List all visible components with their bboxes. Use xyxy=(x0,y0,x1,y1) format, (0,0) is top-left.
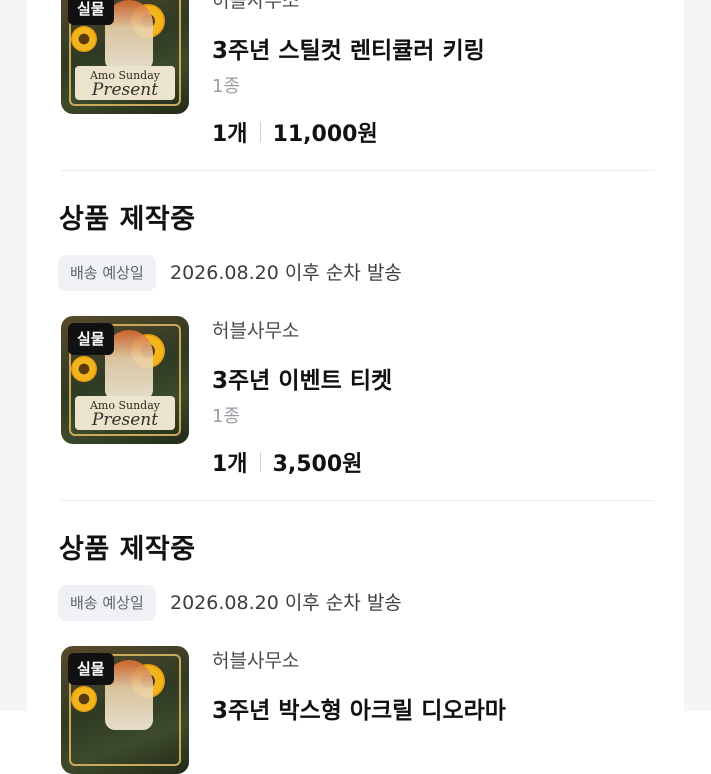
separator xyxy=(259,452,261,472)
product-name[interactable]: 3주년 박스형 아크릴 디오라마 xyxy=(212,691,506,725)
section-title: 상품 제작중 xyxy=(59,204,196,235)
seller-name[interactable]: 허블사무소 xyxy=(212,646,299,673)
ship-date-text: 2026.08.20 이후 순차 발송 xyxy=(170,592,402,614)
page-gutter-right xyxy=(684,0,711,711)
price: 11,000원 xyxy=(272,122,378,147)
separator xyxy=(259,122,261,142)
ship-date-label: 배송 예상일 xyxy=(58,255,156,291)
order-list: Amo Sunday Present 실물 허블사무소 3주년 스틸컷 렌티큘러… xyxy=(27,0,684,774)
divider xyxy=(61,500,654,501)
physical-goods-badge: 실물 xyxy=(68,0,114,25)
quantity-price: 1개 11,000원 xyxy=(212,116,378,148)
product-variant: 1종 xyxy=(212,406,241,427)
physical-goods-badge: 실물 xyxy=(68,653,114,685)
product-thumbnail[interactable]: 실물 xyxy=(61,646,189,774)
product-variant: 1종 xyxy=(212,76,241,97)
quantity-price: 1개 3,500원 xyxy=(212,446,362,478)
ship-date-text: 2026.08.20 이후 순차 발송 xyxy=(170,262,402,284)
quantity: 1개 xyxy=(212,122,248,147)
page-gutter-left xyxy=(0,0,27,711)
product-name[interactable]: 3주년 이벤트 티켓 xyxy=(212,361,392,395)
divider xyxy=(61,170,654,171)
quantity: 1개 xyxy=(212,452,248,477)
product-thumbnail[interactable]: Amo Sunday Present 실물 xyxy=(61,316,189,444)
product-thumbnail[interactable]: Amo Sunday Present 실물 xyxy=(61,0,189,114)
physical-goods-badge: 실물 xyxy=(68,323,114,355)
price: 3,500원 xyxy=(272,452,363,477)
product-name[interactable]: 3주년 스틸컷 렌티큘러 키링 xyxy=(212,31,485,65)
seller-name[interactable]: 허블사무소 xyxy=(212,316,299,343)
seller-name[interactable]: 허블사무소 xyxy=(212,0,299,13)
section-title: 상품 제작중 xyxy=(59,534,196,565)
ship-date-label: 배송 예상일 xyxy=(58,585,156,621)
